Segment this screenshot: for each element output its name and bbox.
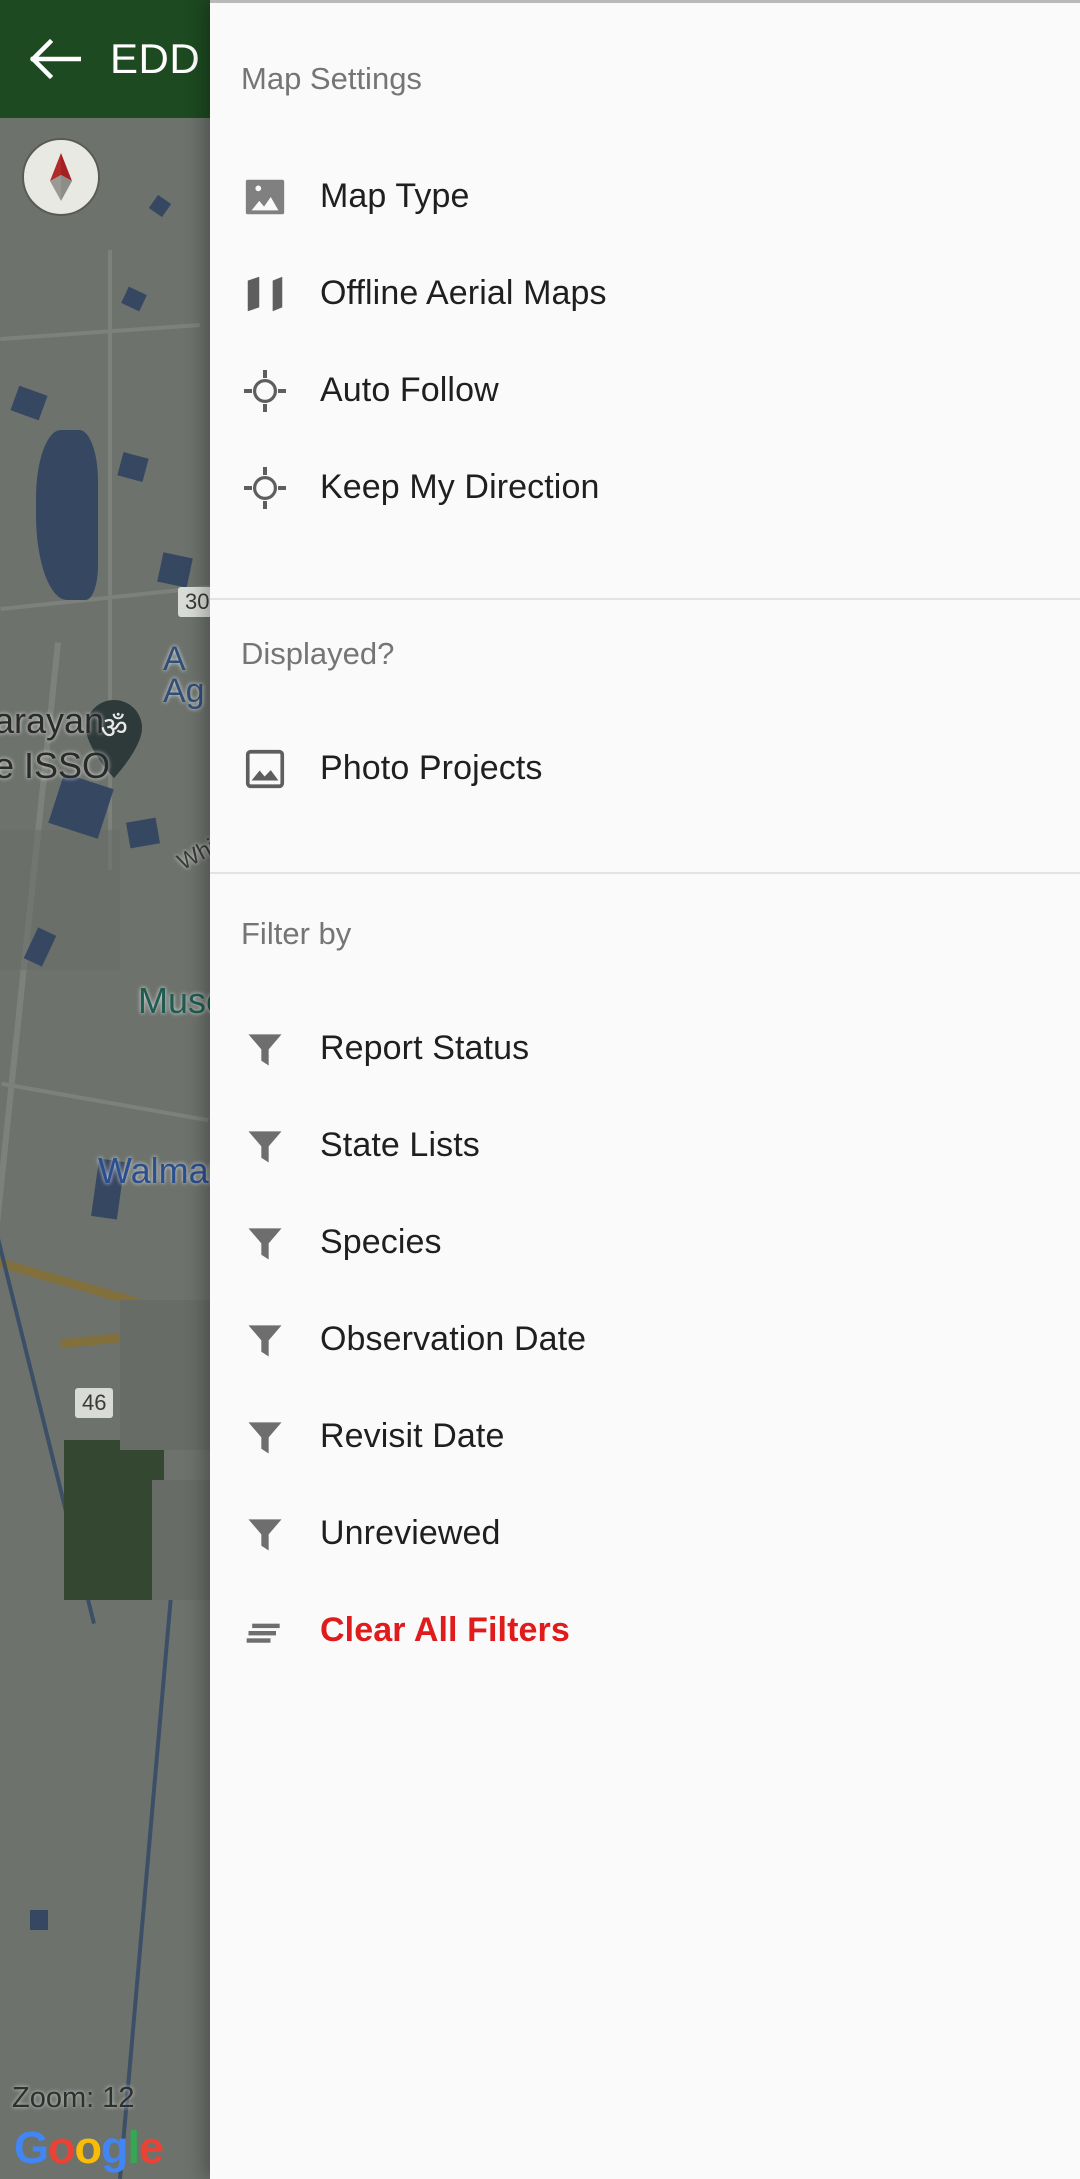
section-header-map-settings: Map Settings [241, 61, 422, 96]
funnel-filter-icon [210, 1512, 320, 1556]
google-attribution-logo: Google [14, 2122, 164, 2174]
drawer-item-report-status[interactable]: Report Status [210, 1000, 1080, 1097]
logo-letter: G [14, 2122, 49, 2173]
drawer-item-label: Keep My Direction [320, 468, 600, 506]
drawer-item-label: Unreviewed [320, 1514, 501, 1552]
drawer-item-clear-all-filters[interactable]: Clear All Filters [210, 1582, 1080, 1679]
drawer-item-label: State Lists [320, 1126, 480, 1164]
image-landscape-icon [210, 174, 320, 220]
section-header-filter-by: Filter by [241, 916, 352, 951]
drawer-item-label: Offline Aerial Maps [320, 274, 607, 312]
drawer-item-species[interactable]: Species [210, 1194, 1080, 1291]
zoom-level-readout: Zoom: 12 [12, 2082, 135, 2114]
logo-letter: o [74, 2122, 102, 2173]
funnel-filter-icon [210, 1124, 320, 1168]
compass-needle-icon [50, 153, 72, 201]
drawer-item-auto-follow[interactable]: Auto Follow [210, 342, 1080, 439]
drawer-item-offline-aerial-maps[interactable]: Offline Aerial Maps [210, 245, 1080, 342]
drawer-item-label: Auto Follow [320, 371, 499, 409]
drawer-item-keep-my-direction[interactable]: Keep My Direction [210, 439, 1080, 536]
back-arrow-icon [29, 38, 81, 80]
clear-lines-icon [210, 1609, 320, 1653]
folded-map-icon [210, 271, 320, 317]
drawer-item-photo-projects[interactable]: Photo Projects [210, 720, 1080, 817]
drawer-item-unreviewed[interactable]: Unreviewed [210, 1485, 1080, 1582]
logo-letter: o [48, 2122, 75, 2173]
drawer-item-label: Map Type [320, 177, 470, 215]
drawer-item-label: Species [320, 1223, 442, 1261]
drawer-item-label: Revisit Date [320, 1417, 505, 1455]
drawer-item-observation-date[interactable]: Observation Date [210, 1291, 1080, 1388]
section-header-displayed: Displayed? [241, 636, 395, 671]
navigation-drawer[interactable]: Map Settings Map Type Offline Aerial Map… [210, 0, 1080, 2179]
funnel-filter-icon [210, 1318, 320, 1362]
drawer-item-revisit-date[interactable]: Revisit Date [210, 1388, 1080, 1485]
map-place-label: Ag [163, 672, 205, 710]
drawer-item-label: Photo Projects [320, 749, 543, 787]
funnel-filter-icon [210, 1221, 320, 1265]
page-title: EDD [110, 35, 201, 82]
drawer-item-label: Report Status [320, 1029, 530, 1067]
drawer-item-map-type[interactable]: Map Type [210, 148, 1080, 245]
drawer-item-label: Clear All Filters [320, 1611, 570, 1649]
map-place-label: arayan [0, 700, 105, 741]
gps-crosshair-icon [210, 367, 320, 415]
logo-letter: l [127, 2122, 140, 2173]
map-place-label: e ISSO [0, 745, 111, 786]
back-button[interactable] [0, 38, 110, 80]
gps-crosshair-icon [210, 464, 320, 512]
logo-letter: e [139, 2122, 164, 2173]
svg-text:ॐ: ॐ [100, 711, 127, 746]
photo-outline-icon [210, 746, 320, 792]
funnel-filter-icon [210, 1027, 320, 1071]
funnel-filter-icon [210, 1415, 320, 1459]
drawer-item-state-lists[interactable]: State Lists [210, 1097, 1080, 1194]
map-road-shield: 46 [75, 1388, 114, 1418]
compass-control[interactable] [22, 138, 100, 216]
logo-letter: g [101, 2122, 128, 2173]
drawer-item-label: Observation Date [320, 1320, 587, 1358]
